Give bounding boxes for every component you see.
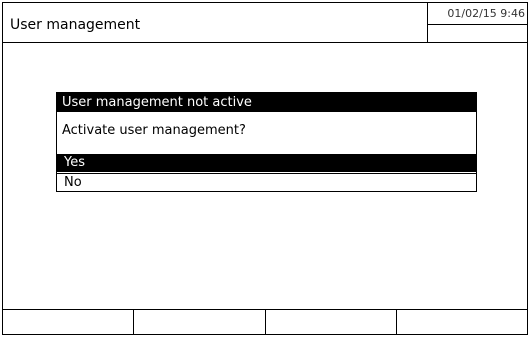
page-title: User management <box>10 17 141 33</box>
softkey-2[interactable] <box>134 310 266 334</box>
softkey-bar <box>3 309 527 334</box>
softkey-1[interactable] <box>3 310 135 334</box>
softkey-3[interactable] <box>266 310 397 334</box>
softkey-4[interactable] <box>397 310 527 334</box>
datetime-display: 01/02/15 9:46 <box>447 7 525 20</box>
screen-frame: User management 01/02/15 9:46 User manag… <box>2 2 528 335</box>
datetime-divider <box>428 24 527 25</box>
dialog-title: User management not active <box>57 93 476 112</box>
option-yes[interactable]: Yes <box>57 154 476 172</box>
dialog-question: Activate user management? <box>62 123 246 138</box>
activate-user-management-dialog: User management not active Activate user… <box>56 92 477 192</box>
datetime-panel: 01/02/15 9:46 <box>427 3 527 42</box>
option-no[interactable]: No <box>57 173 476 191</box>
title-bar: User management 01/02/15 9:46 <box>3 3 527 43</box>
